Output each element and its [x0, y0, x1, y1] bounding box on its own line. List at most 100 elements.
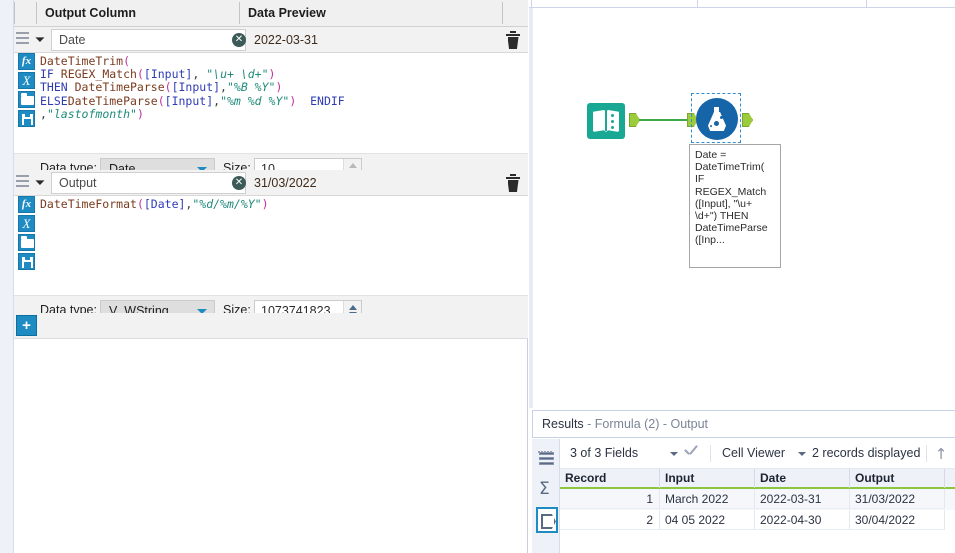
- chevron-down-icon[interactable]: ⏷: [31, 174, 49, 192]
- formula-text-2[interactable]: DateTimeFormat([Date],"%d/%m/%Y"): [40, 198, 524, 211]
- results-toolbar: 3 of 3 Fields Cell Viewer 2 records disp…: [560, 439, 955, 469]
- chevron-down-icon[interactable]: [670, 452, 678, 456]
- checkmark-icon[interactable]: [684, 447, 698, 459]
- formula-editor-2[interactable]: fx X DateTimeFormat([Date],"%d/%m/%Y"): [14, 196, 528, 296]
- function-fx-icon[interactable]: fx: [18, 53, 35, 70]
- node-annotation-tooltip: Date = DateTimeTrim( IF REGEX_Match ([In…: [689, 144, 781, 268]
- cell-input: 04 05 2022: [660, 510, 755, 530]
- expression-block-1: ⏷ Date ✕ 2022-03-31 fx X DateTimeTrim(IF…: [14, 27, 528, 184]
- fields-selector-label[interactable]: 3 of 3 Fields: [570, 446, 638, 460]
- function-fx-icon[interactable]: fx: [18, 196, 35, 213]
- connection-wire[interactable]: [639, 119, 688, 121]
- results-title-prefix: Results: [542, 417, 584, 431]
- formula-token: ENDIF: [296, 94, 344, 108]
- formula-token: DateTimeParse: [75, 80, 165, 94]
- formula-token: ,: [220, 80, 227, 94]
- rail-grip-icon: [538, 442, 554, 446]
- cell-date: 2022-04-30: [755, 510, 850, 530]
- column-header-input[interactable]: Input: [660, 469, 755, 488]
- chevron-down-icon[interactable]: ⏷: [31, 31, 49, 49]
- open-folder-icon[interactable]: [18, 91, 35, 108]
- output-port-formula[interactable]: [742, 113, 753, 127]
- data-preview-value-1: 2022-03-31: [254, 29, 318, 51]
- book-dots: [611, 114, 614, 132]
- cell-output: 30/04/2022: [850, 510, 945, 530]
- add-expression-button[interactable]: +: [16, 315, 37, 336]
- formula-token: "%d/%m/%Y": [192, 197, 261, 211]
- cell-output: 31/03/2022: [850, 489, 945, 509]
- canvas-top-strip: [529, 0, 955, 8]
- formula-token: (: [165, 80, 172, 94]
- column-header-date[interactable]: Date: [755, 469, 850, 488]
- save-disk-icon[interactable]: [18, 110, 35, 127]
- formula-token: ): [275, 80, 282, 94]
- delete-expression-icon-1[interactable]: [505, 31, 521, 49]
- formula-token: DateTimeTrim: [40, 54, 123, 68]
- formula-token: "%m %d %Y": [220, 94, 289, 108]
- results-table[interactable]: Record Input Date Output 1 March 2022 20…: [560, 469, 955, 553]
- formula-token: ,: [40, 107, 47, 121]
- cell-viewer-label[interactable]: Cell Viewer: [722, 446, 785, 460]
- node-formula[interactable]: [691, 93, 741, 143]
- chevron-down-icon[interactable]: [798, 452, 806, 456]
- results-title-rest: - Formula (2) - Output: [584, 417, 708, 431]
- drag-handle-icon[interactable]: [16, 32, 29, 47]
- delete-expression-icon-2[interactable]: [505, 174, 521, 192]
- column-header-data-preview: Data Preview: [240, 0, 502, 26]
- data-preview-value-2: 31/03/2022: [254, 172, 317, 194]
- config-table-header: Output Column Data Preview: [14, 0, 528, 27]
- formula-text-1[interactable]: DateTimeTrim(IF REGEX_Match([Input], "\u…: [40, 55, 524, 121]
- flask-glyph: [708, 107, 726, 131]
- pentagon-browse-icon[interactable]: [536, 507, 558, 533]
- clear-field-icon-1[interactable]: ✕: [232, 33, 246, 47]
- formula-token: (: [123, 54, 130, 68]
- alteryx-formula-configuration-screen: Output Column Data Preview ⏷ Date ✕ 2022…: [0, 0, 955, 553]
- table-row[interactable]: 1 March 2022 2022-03-31 31/03/2022: [560, 489, 955, 510]
- formula-token: [Input]: [144, 67, 192, 81]
- cell-record: 1: [560, 489, 660, 509]
- output-column-name-input-2[interactable]: Output: [51, 172, 246, 194]
- formula-token: [Input]: [165, 94, 213, 108]
- formula-token: DateTimeParse: [68, 94, 158, 108]
- cell-date: 2022-03-31: [755, 489, 850, 509]
- formula-token: (: [158, 94, 165, 108]
- results-title: Results - Formula (2) - Output: [542, 417, 708, 431]
- drag-handle-icon[interactable]: [16, 175, 29, 190]
- variable-x-icon[interactable]: X: [18, 72, 35, 89]
- output-column-name-input-1[interactable]: Date: [51, 29, 246, 51]
- formula-token: ELSE: [40, 94, 68, 108]
- book-text-input-icon: [587, 103, 625, 139]
- column-header-output-column: Output Column: [37, 0, 239, 26]
- formula-editor-1[interactable]: fx X DateTimeTrim(IF REGEX_Match([Input]…: [14, 53, 528, 154]
- open-folder-icon[interactable]: [18, 234, 35, 251]
- formula-token: [Input]: [172, 80, 220, 94]
- formula-line: DateTimeFormat([Date],"%d/%m/%Y"): [40, 198, 524, 211]
- column-header-output[interactable]: Output: [850, 469, 945, 488]
- variable-x-icon[interactable]: X: [18, 215, 35, 232]
- toolbar-divider: [710, 445, 711, 462]
- header-divider: [14, 2, 15, 24]
- formula-token: "lastofmonth": [47, 107, 137, 121]
- table-row[interactable]: 2 04 05 2022 2022-04-30 30/04/2022: [560, 510, 955, 531]
- workflow-canvas[interactable]: Date = DateTimeTrim( IF REGEX_Match ([In…: [529, 0, 955, 408]
- node-text-input[interactable]: [587, 103, 625, 139]
- sigma-summary-icon[interactable]: Σ: [536, 477, 558, 503]
- canvas-left-edge: [529, 8, 533, 408]
- expression-row-header-1[interactable]: ⏷ Date ✕ 2022-03-31: [14, 27, 528, 53]
- scroll-up-icon[interactable]: ↑: [934, 446, 948, 462]
- formula-tool-icons-2: fx X: [18, 196, 36, 272]
- formula-token: ): [137, 107, 144, 121]
- add-expression-strip: +: [14, 313, 528, 339]
- save-disk-icon[interactable]: [18, 253, 35, 270]
- rows-list-icon[interactable]: [536, 448, 558, 474]
- records-displayed-label: 2 records displayed: [812, 446, 920, 460]
- results-table-header: Record Input Date Output: [560, 469, 955, 489]
- column-header-record[interactable]: Record: [560, 469, 660, 488]
- config-left-rail: [0, 0, 14, 553]
- formula-tool-icons-1: fx X: [18, 53, 36, 129]
- formula-token: ): [269, 67, 276, 81]
- formula-token: (: [137, 67, 144, 81]
- formula-token: [Date]: [144, 197, 186, 211]
- clear-field-icon-2[interactable]: ✕: [232, 176, 246, 190]
- expression-row-header-2[interactable]: ⏷ Output ✕ 31/03/2022: [14, 170, 528, 196]
